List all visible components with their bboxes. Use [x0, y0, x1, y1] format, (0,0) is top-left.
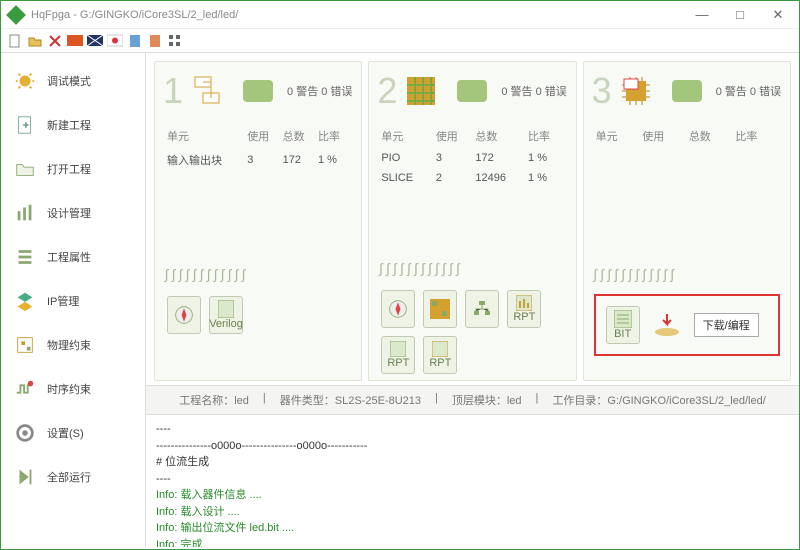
sidebar-label: 工程属性 [47, 249, 91, 265]
minimize-button[interactable]: — [689, 7, 715, 23]
stage-3: 3 0 警告 0 错误 单元使用总数比率 ʃ ʃ ʃ ʃ ʃ ʃ ʃ ʃ ʃ ʃ… [583, 61, 791, 381]
log-line: ---------------o000o---------------o000o… [156, 438, 789, 455]
sidebar-label: 全部运行 [47, 469, 91, 485]
tree-icon[interactable] [465, 290, 499, 328]
sidebar-item-props[interactable]: 工程属性 [1, 235, 145, 279]
title-bar: HqFpga - G:/GINGKO/iCore3SL/2_led/led/ —… [1, 1, 799, 29]
sidebar-item-timing[interactable]: 时序约束 [1, 367, 145, 411]
warn-text: 0 警告 0 错误 [287, 83, 352, 99]
new-icon[interactable] [7, 33, 23, 49]
sidebar-item-debug[interactable]: 调试模式 [1, 59, 145, 103]
stage-number: 3 [592, 70, 612, 112]
sidebar-label: 设计管理 [47, 205, 91, 221]
status-bubble-icon [672, 80, 702, 102]
sidebar-label: 物理约束 [47, 337, 91, 353]
sidebar-item-phys[interactable]: 物理约束 [1, 323, 145, 367]
log-line: Info: 输出位流文件 led.bit .... [156, 520, 789, 537]
gear-icon [13, 421, 37, 445]
download-icon[interactable] [650, 306, 684, 344]
grid-icon[interactable] [167, 33, 183, 49]
stage-3-table: 单元使用总数比率 [584, 120, 790, 152]
sidebar-label: 新建工程 [47, 117, 91, 133]
flag-jp-icon[interactable] [107, 33, 123, 49]
grid-result-icon[interactable] [423, 290, 457, 328]
ip-icon [13, 289, 37, 313]
log-panel[interactable]: ---- ---------------o000o---------------… [146, 415, 799, 547]
stage-1: 1 0 警告 0 错误 单元 使用 总数 比率 输入输出块31721 % [154, 61, 362, 381]
timing-icon [13, 377, 37, 401]
verilog-file-icon[interactable]: Verilog [209, 296, 243, 334]
folder-icon [13, 157, 37, 181]
sidebar-label: 调试模式 [47, 73, 91, 89]
log-line: ---- [156, 421, 789, 438]
spiral-divider: ʃ ʃ ʃ ʃ ʃ ʃ ʃ ʃ ʃ ʃ ʃ ʃ [369, 252, 575, 284]
rpt-file-icon[interactable]: RPT [381, 336, 415, 374]
table-row: 输入输出块31721 % [165, 148, 351, 172]
table-row: PIO31721 % [379, 148, 565, 168]
spiral-divider: ʃ ʃ ʃ ʃ ʃ ʃ ʃ ʃ ʃ ʃ ʃ ʃ [584, 258, 790, 290]
synth-icon [189, 73, 225, 109]
compass-icon[interactable] [381, 290, 415, 328]
doc-icon[interactable] [127, 33, 143, 49]
download-tooltip: 下载/编程 [694, 313, 759, 337]
spiral-divider: ʃ ʃ ʃ ʃ ʃ ʃ ʃ ʃ ʃ ʃ ʃ ʃ [155, 258, 361, 290]
rpt-file-icon[interactable]: RPT [423, 336, 457, 374]
physical-icon [13, 333, 37, 357]
place-icon [403, 73, 439, 109]
status-bubble-icon [243, 80, 273, 102]
file-plus-icon [13, 113, 37, 137]
log-line: ---- [156, 471, 789, 488]
app-icon [6, 5, 26, 25]
sidebar-item-design[interactable]: 设计管理 [1, 191, 145, 235]
stage-1-table: 单元 使用 总数 比率 输入输出块31721 % [155, 120, 361, 176]
stage-2-table: 单元使用总数比率 PIO31721 % SLICE2124961 % [369, 120, 575, 192]
play-all-icon [13, 465, 37, 489]
warn-text: 0 警告 0 错误 [716, 83, 781, 99]
sidebar-label: IP管理 [47, 293, 79, 309]
delete-icon[interactable] [47, 33, 63, 49]
status-bubble-icon [457, 80, 487, 102]
sidebar: 调试模式 新建工程 打开工程 设计管理 工程属性 IP管理 物理约束 时序约束 … [1, 53, 146, 547]
sidebar-label: 打开工程 [47, 161, 91, 177]
sidebar-item-new[interactable]: 新建工程 [1, 103, 145, 147]
warn-text: 0 警告 0 错误 [501, 83, 566, 99]
close-button[interactable]: ✕ [765, 7, 791, 23]
bars-icon [13, 201, 37, 225]
list-icon [13, 245, 37, 269]
chip-icon [618, 73, 654, 109]
table-row: SLICE2124961 % [379, 168, 565, 188]
sidebar-item-open[interactable]: 打开工程 [1, 147, 145, 191]
book-icon[interactable] [147, 33, 163, 49]
log-line: Info: 载入器件信息 .... [156, 487, 789, 504]
flag-uk-icon[interactable] [87, 33, 103, 49]
toolbar [1, 29, 799, 53]
bug-icon [13, 69, 37, 93]
sidebar-item-ip[interactable]: IP管理 [1, 279, 145, 323]
stage-number: 1 [163, 70, 183, 112]
rpt-file-icon[interactable]: RPT [507, 290, 541, 328]
bit-file-icon[interactable]: BIT [606, 306, 640, 344]
sidebar-item-settings[interactable]: 设置(S) [1, 411, 145, 455]
window-title: HqFpga - G:/GINGKO/iCore3SL/2_led/led/ [31, 9, 689, 21]
sidebar-label: 时序约束 [47, 381, 91, 397]
open-icon[interactable] [27, 33, 43, 49]
log-line: Info: 载入设计 .... [156, 504, 789, 521]
flag-cn-icon[interactable] [67, 33, 83, 49]
sidebar-label: 设置(S) [47, 425, 84, 441]
log-line: Info: 完成. [156, 537, 789, 548]
info-bar: 工程名称：led| 器件类型：SL2S-25E-8U213| 顶层模块：led|… [146, 385, 799, 415]
sidebar-item-runall[interactable]: 全部运行 [1, 455, 145, 499]
stage-2: 2 0 警告 0 错误 单元使用总数比率 PIO31721 % SLICE212… [368, 61, 576, 381]
stage-number: 2 [377, 70, 397, 112]
download-program-box: BIT 下载/编程 [594, 294, 780, 356]
log-line: # 位流生成 [156, 454, 789, 471]
compass-icon[interactable] [167, 296, 201, 334]
maximize-button[interactable]: □ [727, 7, 753, 23]
